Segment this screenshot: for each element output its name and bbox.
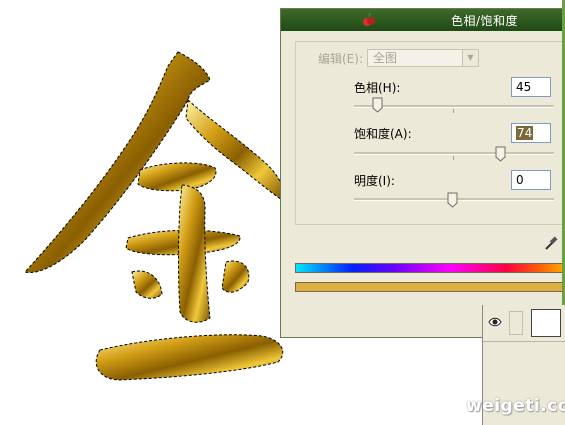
dialog-titlebar[interactable]: 色相/饱和度 <box>281 9 565 31</box>
lightness-label: 明度(I): <box>354 174 395 188</box>
dialog-title: 色相/饱和度 <box>451 14 519 28</box>
eyedropper-icon[interactable] <box>544 235 558 251</box>
saturation-input-value: 74 <box>516 126 534 140</box>
app-icon <box>363 12 375 26</box>
layer-divider <box>483 341 565 342</box>
watermark: weigeti.com <box>466 396 565 416</box>
hue-input[interactable]: 45 <box>511 77 551 97</box>
hue-slider-thumb[interactable] <box>372 97 383 113</box>
lightness-slider-thumb[interactable] <box>447 192 458 208</box>
hue-label: 色相(H): <box>354 81 401 95</box>
hue-center-tick <box>453 109 454 113</box>
saturation-label: 饱和度(A): <box>354 127 412 141</box>
saturation-slider-thumb[interactable] <box>495 146 506 162</box>
layer-thumbnail[interactable] <box>531 309 561 337</box>
saturation-input[interactable]: 74 <box>511 123 551 143</box>
edit-label: 编辑(E): <box>318 52 363 66</box>
hue-slider-track[interactable] <box>354 105 554 108</box>
hue-saturation-dialog: 色相/饱和度 编辑(E): 全图 ▼ 色相(H): 45 饱和度(A): 74 … <box>280 8 565 338</box>
saturation-center-tick <box>453 156 454 160</box>
layer-link-box[interactable] <box>509 311 523 335</box>
saturation-slider-track[interactable] <box>354 152 554 155</box>
result-color-bar <box>295 282 565 292</box>
edit-select[interactable]: 全图 ▼ <box>367 49 479 67</box>
source-spectrum-bar <box>295 263 565 273</box>
eye-icon[interactable] <box>488 316 502 328</box>
edit-select-value: 全图 <box>373 51 398 65</box>
lightness-input[interactable]: 0 <box>511 170 551 190</box>
chevron-down-icon[interactable]: ▼ <box>462 50 478 66</box>
